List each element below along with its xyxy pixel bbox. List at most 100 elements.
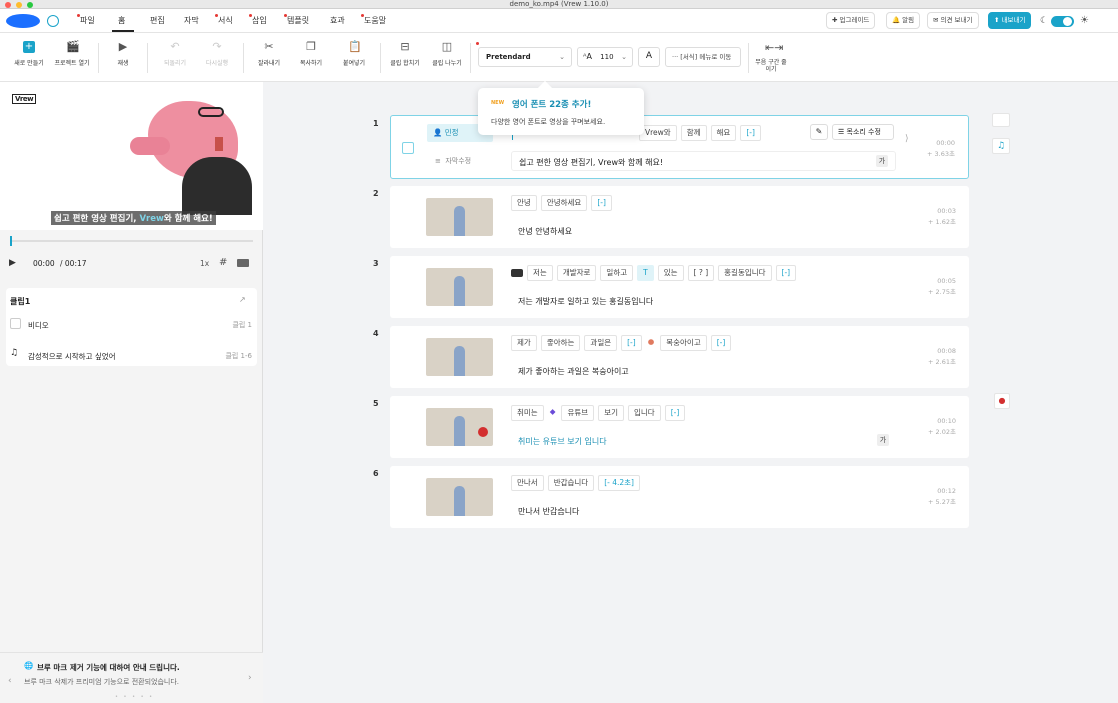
- seek-bar[interactable]: [10, 236, 253, 246]
- word-token[interactable]: 복숭아이고: [660, 335, 707, 351]
- video-preview[interactable]: Vrew 쉽고 편한 영상 편집기, Vrew와 함께 해요!: [0, 82, 263, 230]
- feedback-button[interactable]: ✉ 의견 보내기: [927, 12, 979, 29]
- text-token-icon[interactable]: T: [637, 265, 654, 281]
- undo-button[interactable]: ↶ 되돌리기: [160, 41, 190, 68]
- font-color-button[interactable]: A: [638, 47, 660, 67]
- word-token[interactable]: 보기: [598, 405, 624, 421]
- word-token[interactable]: 입니다: [628, 405, 661, 421]
- font-select[interactable]: Pretendard ⌄: [478, 47, 572, 67]
- notice-banner[interactable]: ‹ 🌐 브루 마크 제거 기능에 대하여 안내 드립니다. 브루 마크 삭제가 …: [0, 652, 263, 703]
- caption-text[interactable]: 저는 개발자로 일하고 있는 홍길동입니다: [518, 296, 653, 307]
- open-project-button[interactable]: 🎬 프로젝트 열기: [53, 41, 91, 68]
- sticker-icon[interactable]: ◆: [547, 405, 558, 421]
- chevron-left-icon[interactable]: ‹: [8, 676, 12, 686]
- silence-token[interactable]: [- 4.2초]: [598, 475, 640, 491]
- speed-button[interactable]: 1x: [200, 259, 209, 268]
- split-clip-button[interactable]: ◫ 클립 나누기: [431, 41, 463, 68]
- word-token[interactable]: Vrew와: [639, 125, 677, 141]
- word-token[interactable]: 만나서: [511, 475, 544, 491]
- paste-button[interactable]: 📋 붙여넣기: [340, 41, 368, 68]
- text-style-button[interactable]: 가: [877, 434, 889, 446]
- text-style-button[interactable]: 가: [876, 155, 888, 167]
- clip-card-2[interactable]: 안녕 안녕하세요 [-] 안녕 안녕하세요 00:03 + 1.62초: [390, 186, 969, 248]
- subtitle-toggle-icon[interactable]: [237, 259, 249, 267]
- maximize-window-icon[interactable]: [27, 2, 33, 8]
- checkbox[interactable]: [10, 318, 21, 329]
- silence-token[interactable]: [-]: [740, 125, 761, 141]
- menu-effect[interactable]: 효과: [330, 9, 345, 33]
- clip-time: 00:05 + 2.75초: [928, 277, 956, 296]
- word-token[interactable]: 있는: [657, 265, 684, 281]
- silence-token[interactable]: [-]: [775, 265, 797, 281]
- copy-button[interactable]: ❐ 복사하기: [297, 41, 325, 68]
- word-token[interactable]: 안녕: [511, 195, 537, 211]
- pencil-icon[interactable]: ✎: [810, 124, 828, 140]
- new-feature-tooltip[interactable]: NEW 영어 폰트 22종 추가! 다양한 영어 폰트로 영상을 꾸며보세요.: [478, 80, 644, 135]
- word-token[interactable]: 함께: [680, 125, 707, 141]
- clip-time: 00:00 + 3.63초: [927, 139, 955, 158]
- word-token[interactable]: 반갑습니다: [547, 475, 595, 491]
- caption-text[interactable]: 제가 좋아하는 과일은 복숭아이고: [518, 366, 629, 377]
- subtitle-track-icon[interactable]: [992, 113, 1010, 127]
- clip-checkbox[interactable]: [402, 142, 414, 154]
- link-bracket-icon: ⟩: [905, 134, 909, 144]
- cut-button[interactable]: ✂ 잘라내기: [255, 41, 283, 68]
- voice-edit-button[interactable]: ☰ 목소리 수정: [832, 124, 894, 140]
- image-token-icon[interactable]: [511, 269, 523, 277]
- word-token[interactable]: 유튜브: [561, 405, 595, 421]
- music-track-icon[interactable]: ♫: [992, 138, 1010, 154]
- close-window-icon[interactable]: [5, 2, 11, 8]
- word-token[interactable]: 저는: [527, 265, 553, 281]
- font-size-select[interactable]: ᴬA 110 ⌄: [577, 47, 633, 67]
- clip-card-3[interactable]: 저는 개발자로 일하고 T 있는[ ? ] 홍길동입니다 [-] 저는 개발자로 일하고 있…: [390, 256, 969, 318]
- play-icon[interactable]: ▶: [9, 258, 16, 268]
- minimize-window-icon[interactable]: [16, 2, 22, 8]
- sticker-track-icon[interactable]: ●: [994, 393, 1010, 409]
- word-token[interactable]: 과일은: [584, 335, 618, 351]
- play-button[interactable]: ▶ 재생: [110, 41, 136, 68]
- word-token[interactable]: 제가: [511, 335, 537, 351]
- menu-edit[interactable]: 편집: [150, 9, 165, 33]
- subtitle-edit-label[interactable]: ≡ 자막수정: [435, 156, 471, 166]
- merge-clip-button[interactable]: ⊟ 클립 합치기: [389, 41, 421, 68]
- word-token[interactable]: 개발자로: [556, 265, 597, 281]
- word-token[interactable]: 홍길동입니다: [718, 265, 772, 281]
- external-link-icon[interactable]: ↗: [239, 295, 246, 304]
- notification-button[interactable]: 🔔 알림: [886, 12, 921, 29]
- upgrade-button[interactable]: ✚ 업그레이드: [826, 12, 876, 29]
- new-project-button[interactable]: + 새로 만들기: [14, 41, 44, 67]
- silence-token[interactable]: [-]: [710, 335, 732, 351]
- word-token[interactable]: 좋아하는: [540, 335, 581, 351]
- menu-file[interactable]: 파일: [77, 9, 95, 33]
- caption-text[interactable]: 쉽고 편한 영상 편집기, Vrew와 함께 해요!: [519, 157, 663, 168]
- account-icon[interactable]: [47, 15, 59, 27]
- caption-text[interactable]: 만나서 반갑습니다: [518, 506, 579, 517]
- menu-format[interactable]: 서식: [215, 9, 233, 33]
- unknown-token[interactable]: [ ? ]: [687, 265, 715, 281]
- menu-insert[interactable]: 삽입: [249, 9, 267, 33]
- word-token[interactable]: 일하고: [600, 265, 634, 281]
- clip-card-4[interactable]: 제가 좋아하는 과일은 [-] ● 복숭아이고 [-] 제가 좋아하는 과일은 복숭아이고 …: [390, 326, 969, 388]
- theme-toggle[interactable]: [1051, 16, 1074, 27]
- silence-token[interactable]: [-]: [621, 335, 642, 351]
- silence-token[interactable]: [-]: [664, 405, 686, 421]
- chevron-right-icon[interactable]: ›: [248, 673, 252, 683]
- export-button[interactable]: ⬆ 내보내기: [988, 12, 1032, 29]
- peach-sticker-icon[interactable]: ●: [645, 335, 657, 351]
- menu-template[interactable]: 템플릿: [284, 9, 309, 33]
- caption-text[interactable]: 안녕 안녕하세요: [518, 226, 572, 237]
- menu-subtitle[interactable]: 자막: [184, 9, 199, 33]
- caption-text[interactable]: 취미는 유튜브 보기 입니다: [518, 436, 607, 447]
- word-token[interactable]: 안녕하세요: [540, 195, 588, 211]
- clip-card-1[interactable]: 👤 민정 ≡ 자막수정 Vrew와 함께 해요 [-] ✎ ☰ 목소리 수정 쉽고 편…: [390, 115, 969, 179]
- menu-help[interactable]: 도움말: [361, 9, 386, 33]
- clip-card-6[interactable]: 만나서 반갑습니다 [- 4.2초] 만나서 반갑습니다 00:12 + 5.27초: [390, 466, 969, 528]
- word-token[interactable]: 해요: [710, 125, 737, 141]
- grid-icon[interactable]: #: [219, 257, 227, 268]
- redo-button[interactable]: ↷ 다시실행: [202, 41, 232, 68]
- remove-silence-button[interactable]: ⇤⇥ 무음 구간 줄이기: [755, 42, 787, 74]
- clip-card-5[interactable]: 취미는 ◆ 유튜브 보기 입니다 [-] 취미는 유튜브 보기 입니다 가 00:10 + …: [390, 396, 969, 458]
- silence-token[interactable]: [-]: [591, 195, 612, 211]
- word-token[interactable]: 취미는: [511, 405, 544, 421]
- format-menu-button[interactable]: ··· [서식] 메뉴로 이동: [665, 47, 741, 67]
